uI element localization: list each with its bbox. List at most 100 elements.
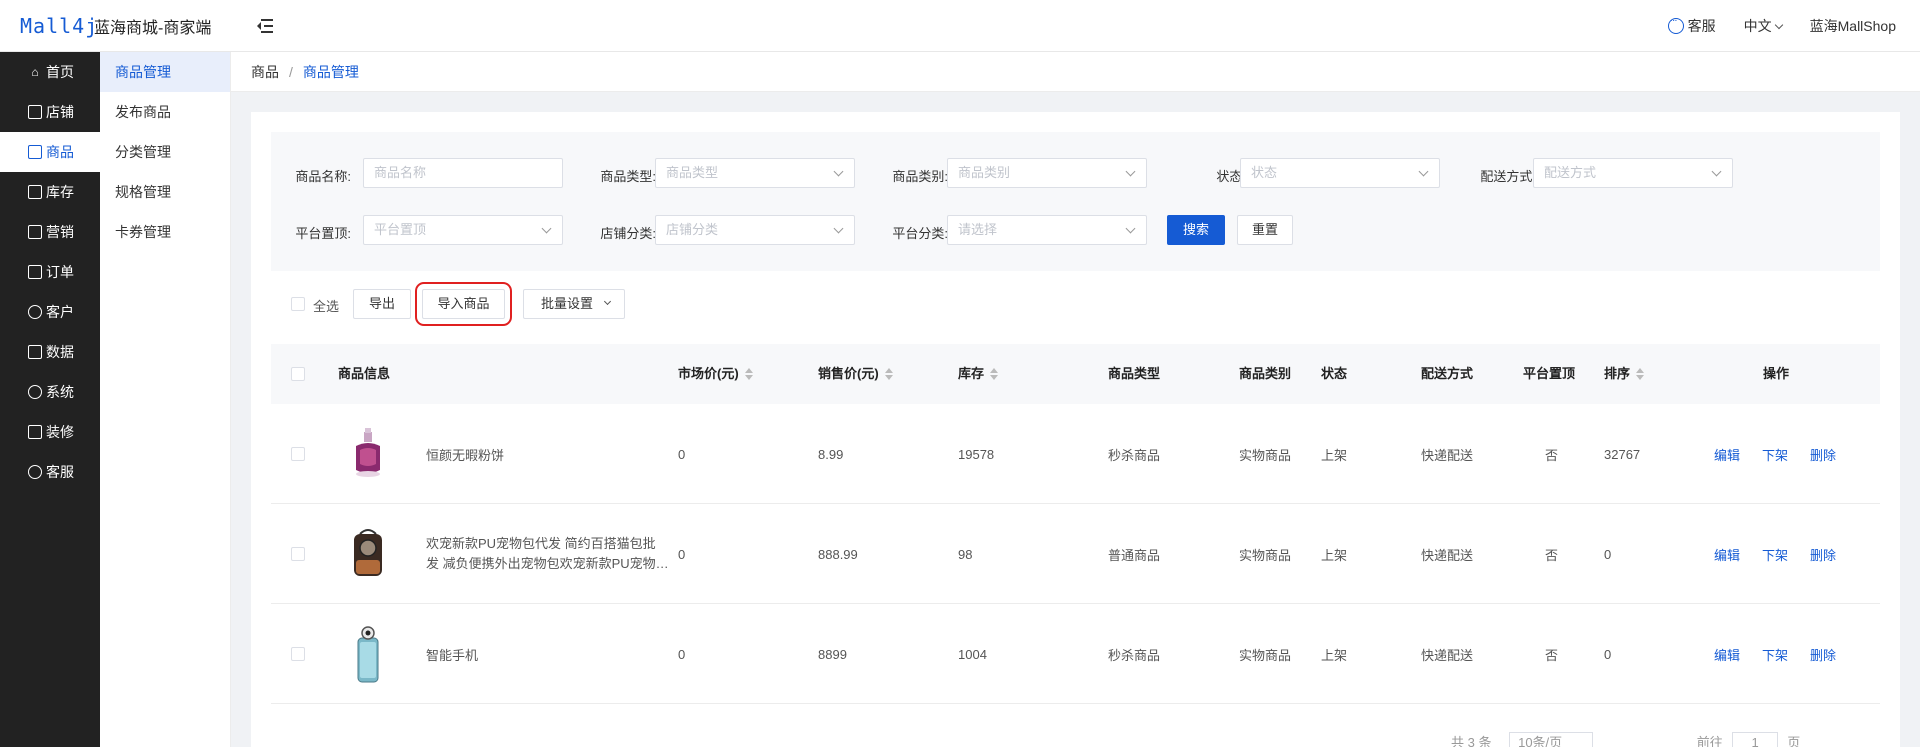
shop-icon bbox=[28, 105, 42, 119]
col-market-price[interactable]: 市场价(元) bbox=[678, 344, 753, 404]
platform-top: 否 bbox=[1545, 647, 1559, 663]
product-category: 实物商品 bbox=[1239, 647, 1292, 663]
reset-button[interactable]: 重置 bbox=[1237, 215, 1293, 245]
users-icon bbox=[28, 305, 42, 319]
filter-type-label: 商品类型: bbox=[600, 169, 656, 184]
sidebar-item-label: 客服 bbox=[46, 464, 74, 480]
delete-link[interactable]: 删除 bbox=[1810, 504, 1836, 604]
sidebar-item-customer[interactable]: 客户 bbox=[0, 292, 100, 332]
delivery-select[interactable]: 配送方式 bbox=[1533, 158, 1733, 188]
batch-settings-label: 批量设置 bbox=[540, 296, 593, 311]
sidebar-item-label: 库存 bbox=[46, 184, 74, 200]
breadcrumb-current: 商品管理 bbox=[302, 63, 359, 80]
product-category-placeholder: 商品类别 bbox=[958, 165, 1011, 180]
sidebar-item-order[interactable]: 订单 bbox=[0, 252, 100, 292]
batch-settings-dropdown[interactable]: 批量设置 bbox=[523, 289, 625, 319]
submenu-item-publish[interactable]: 发布商品 bbox=[100, 92, 230, 132]
status-placeholder: 状态 bbox=[1251, 165, 1278, 180]
product-thumbnail[interactable] bbox=[346, 404, 390, 504]
table-row: 欢宠新款PU宠物包代发 简约百搭猫包批 发 减负便携外出宠物包欢宠新款PU宠物包… bbox=[271, 504, 1880, 604]
submenu-item-spec[interactable]: 规格管理 bbox=[100, 172, 230, 212]
product-category-select[interactable]: 商品类别 bbox=[947, 158, 1147, 188]
product-type-select[interactable]: 商品类型 bbox=[655, 158, 855, 188]
shop-name[interactable]: 蓝海MallShop bbox=[1810, 16, 1896, 36]
breadcrumb-separator: / bbox=[289, 63, 293, 80]
delivery: 快递配送 bbox=[1421, 547, 1474, 563]
product-table: 商品信息 市场价(元) 销售价(元) 库存 商品类型 商品类别 状态 配送方式 … bbox=[271, 344, 1880, 704]
col-product-category: 商品类别 bbox=[1239, 366, 1292, 381]
col-product-type: 商品类型 bbox=[1108, 366, 1161, 381]
import-product-button[interactable]: 导入商品 bbox=[415, 282, 512, 326]
sort-icon bbox=[1636, 368, 1645, 380]
sort-icon bbox=[990, 368, 999, 380]
filter-platform-cat-label: 平台分类: bbox=[892, 226, 948, 241]
sidebar-item-data[interactable]: 数据 bbox=[0, 332, 100, 372]
chevron-down-icon bbox=[1774, 20, 1783, 30]
sidebar-item-system[interactable]: 系统 bbox=[0, 372, 100, 412]
offline-link[interactable]: 下架 bbox=[1762, 504, 1788, 604]
breadcrumb-root[interactable]: 商品 bbox=[251, 62, 279, 82]
product-name[interactable]: 恒颜无暇粉饼 bbox=[426, 404, 504, 504]
sidebar-item-product[interactable]: 商品 bbox=[0, 132, 100, 172]
col-actions: 操作 bbox=[1763, 366, 1790, 381]
filter-top-label: 平台置顶: bbox=[295, 226, 351, 241]
action-toolbar: 全选 导出 导入商品 批量设置 bbox=[271, 282, 1880, 326]
sidebar-item-home[interactable]: ⌂ 首页 bbox=[0, 52, 100, 92]
site-title: 蓝海商城-商家端 bbox=[94, 19, 212, 37]
sidebar-item-shop[interactable]: 店铺 bbox=[0, 92, 100, 132]
sidebar-item-stock[interactable]: 库存 bbox=[0, 172, 100, 212]
chat-icon bbox=[28, 465, 42, 479]
chevron-down-icon bbox=[603, 297, 612, 306]
customer-service-link[interactable]: 客服 bbox=[1667, 15, 1716, 36]
submenu-item-category[interactable]: 分类管理 bbox=[100, 132, 230, 172]
offline-link[interactable]: 下架 bbox=[1762, 404, 1788, 504]
product-name[interactable]: 欢宠新款PU宠物包代发 简约百搭猫包批 发 减负便携外出宠物包欢宠新款PU宠物包… bbox=[426, 504, 676, 604]
pager-page-input[interactable]: 1 bbox=[1732, 732, 1778, 747]
product-thumbnail[interactable] bbox=[346, 504, 390, 604]
chevron-down-icon bbox=[1418, 166, 1429, 177]
product-category: 实物商品 bbox=[1239, 547, 1292, 563]
delete-link[interactable]: 删除 bbox=[1810, 404, 1836, 504]
filter-name-label: 商品名称: bbox=[295, 169, 351, 184]
offline-link[interactable]: 下架 bbox=[1762, 604, 1788, 704]
col-sale-price[interactable]: 销售价(元) bbox=[818, 344, 893, 404]
select-all-checkbox[interactable] bbox=[291, 297, 305, 311]
delete-link[interactable]: 删除 bbox=[1810, 604, 1836, 704]
platform-top-select[interactable]: 平台置顶 bbox=[363, 215, 563, 245]
filter-category-label: 商品类别: bbox=[892, 169, 948, 184]
col-sort[interactable]: 排序 bbox=[1604, 344, 1645, 404]
product-thumbnail[interactable] bbox=[346, 604, 390, 704]
status: 上架 bbox=[1321, 547, 1348, 563]
product-name[interactable]: 智能手机 bbox=[426, 604, 478, 704]
platform-category-select[interactable]: 请选择 bbox=[947, 215, 1147, 245]
edit-link[interactable]: 编辑 bbox=[1714, 404, 1740, 504]
table-header: 商品信息 市场价(元) 销售价(元) 库存 商品类型 商品类别 状态 配送方式 … bbox=[271, 344, 1880, 404]
collapse-menu-icon[interactable] bbox=[257, 18, 277, 34]
filter-shop-cat-label: 店铺分类: bbox=[600, 226, 656, 241]
sidebar-item-label: 商品 bbox=[46, 144, 74, 160]
product-name-input[interactable]: 商品名称 bbox=[363, 158, 563, 188]
row-checkbox-cell bbox=[291, 604, 305, 704]
shop-category-select[interactable]: 店铺分类 bbox=[655, 215, 855, 245]
language-switch[interactable]: 中文 bbox=[1744, 16, 1783, 36]
row-checkbox[interactable] bbox=[291, 647, 305, 661]
row-checkbox[interactable] bbox=[291, 447, 305, 461]
pager-size-select[interactable]: 10条/页 bbox=[1509, 732, 1594, 747]
row-checkbox[interactable] bbox=[291, 547, 305, 561]
status-select[interactable]: 状态 bbox=[1240, 158, 1440, 188]
col-stock[interactable]: 库存 bbox=[958, 344, 999, 404]
submenu-item-product-manage[interactable]: 商品管理 bbox=[100, 52, 230, 92]
customer-service-label: 客服 bbox=[1687, 18, 1716, 34]
export-button[interactable]: 导出 bbox=[353, 289, 411, 319]
logo: Mall4j bbox=[20, 13, 99, 38]
sidebar-item-service[interactable]: 客服 bbox=[0, 452, 100, 492]
sidebar-item-label: 订单 bbox=[46, 264, 74, 280]
header-checkbox[interactable] bbox=[291, 367, 305, 381]
product-name-line-1: 欢宠新款PU宠物包代发 简约百搭猫包批 bbox=[426, 536, 656, 551]
search-button[interactable]: 搜索 bbox=[1167, 215, 1225, 245]
submenu-item-coupon[interactable]: 卡券管理 bbox=[100, 212, 230, 252]
sidebar-item-marketing[interactable]: 营销 bbox=[0, 212, 100, 252]
edit-link[interactable]: 编辑 bbox=[1714, 504, 1740, 604]
edit-link[interactable]: 编辑 bbox=[1714, 604, 1740, 704]
sidebar-item-decorate[interactable]: 装修 bbox=[0, 412, 100, 452]
